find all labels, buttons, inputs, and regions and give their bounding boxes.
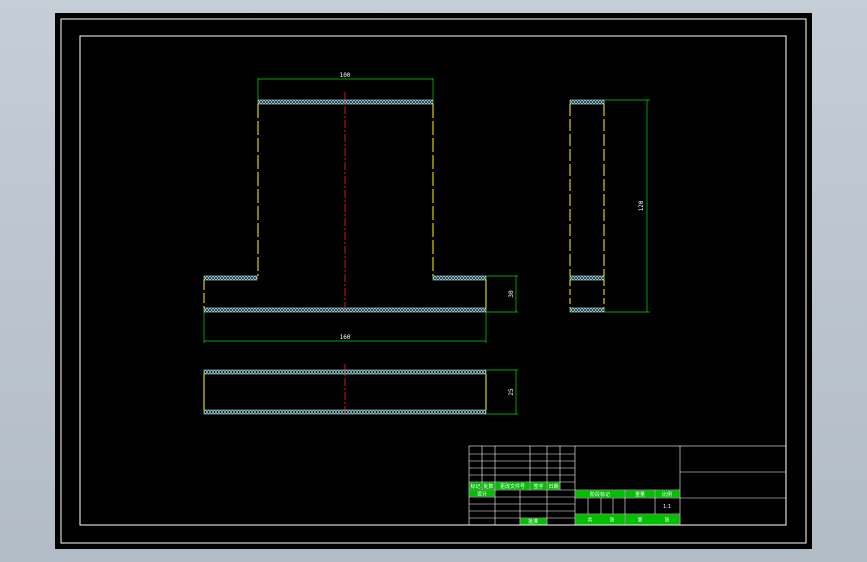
tb-total: 共 <box>587 517 592 524</box>
drawing-paper <box>55 13 812 549</box>
tb-count: 处数 <box>483 483 493 490</box>
dim-plate-height: 25 <box>508 388 515 396</box>
tb-sheet-unit: 张 <box>664 517 669 524</box>
tb-approve: 批准 <box>528 518 538 525</box>
dim-top-width: 100 <box>340 72 351 79</box>
left-flange-hatch <box>203 275 258 281</box>
tb-stage: 阶段标记 <box>590 491 610 498</box>
tb-scale-value: 1:1 <box>663 504 671 510</box>
cad-drawing: 100 30 160 120 25 标记 处数 更改文件号 签字 日期 设计 阶… <box>55 13 812 549</box>
right-flange-hatch <box>432 275 487 281</box>
side-bottom-hatch <box>569 307 605 313</box>
side-top-hatch <box>569 99 605 105</box>
tb-change-doc: 更改文件号 <box>500 483 525 490</box>
dim-base-width: 160 <box>340 334 351 341</box>
dim-flange-height: 30 <box>508 290 515 298</box>
tb-sheet-no: 第 <box>637 517 642 524</box>
side-mid-hatch <box>569 275 605 281</box>
dim-side-height: 120 <box>638 200 645 211</box>
tb-weight: 重量 <box>635 491 645 498</box>
tb-mark: 标记 <box>470 483 480 490</box>
tb-design: 设计 <box>477 491 487 498</box>
tb-sheets: 张 <box>609 517 614 524</box>
tb-sign: 签字 <box>533 483 543 490</box>
top-hatch-band <box>257 99 434 105</box>
tb-scale-label: 比例 <box>662 491 672 498</box>
tb-date: 日期 <box>548 484 558 490</box>
